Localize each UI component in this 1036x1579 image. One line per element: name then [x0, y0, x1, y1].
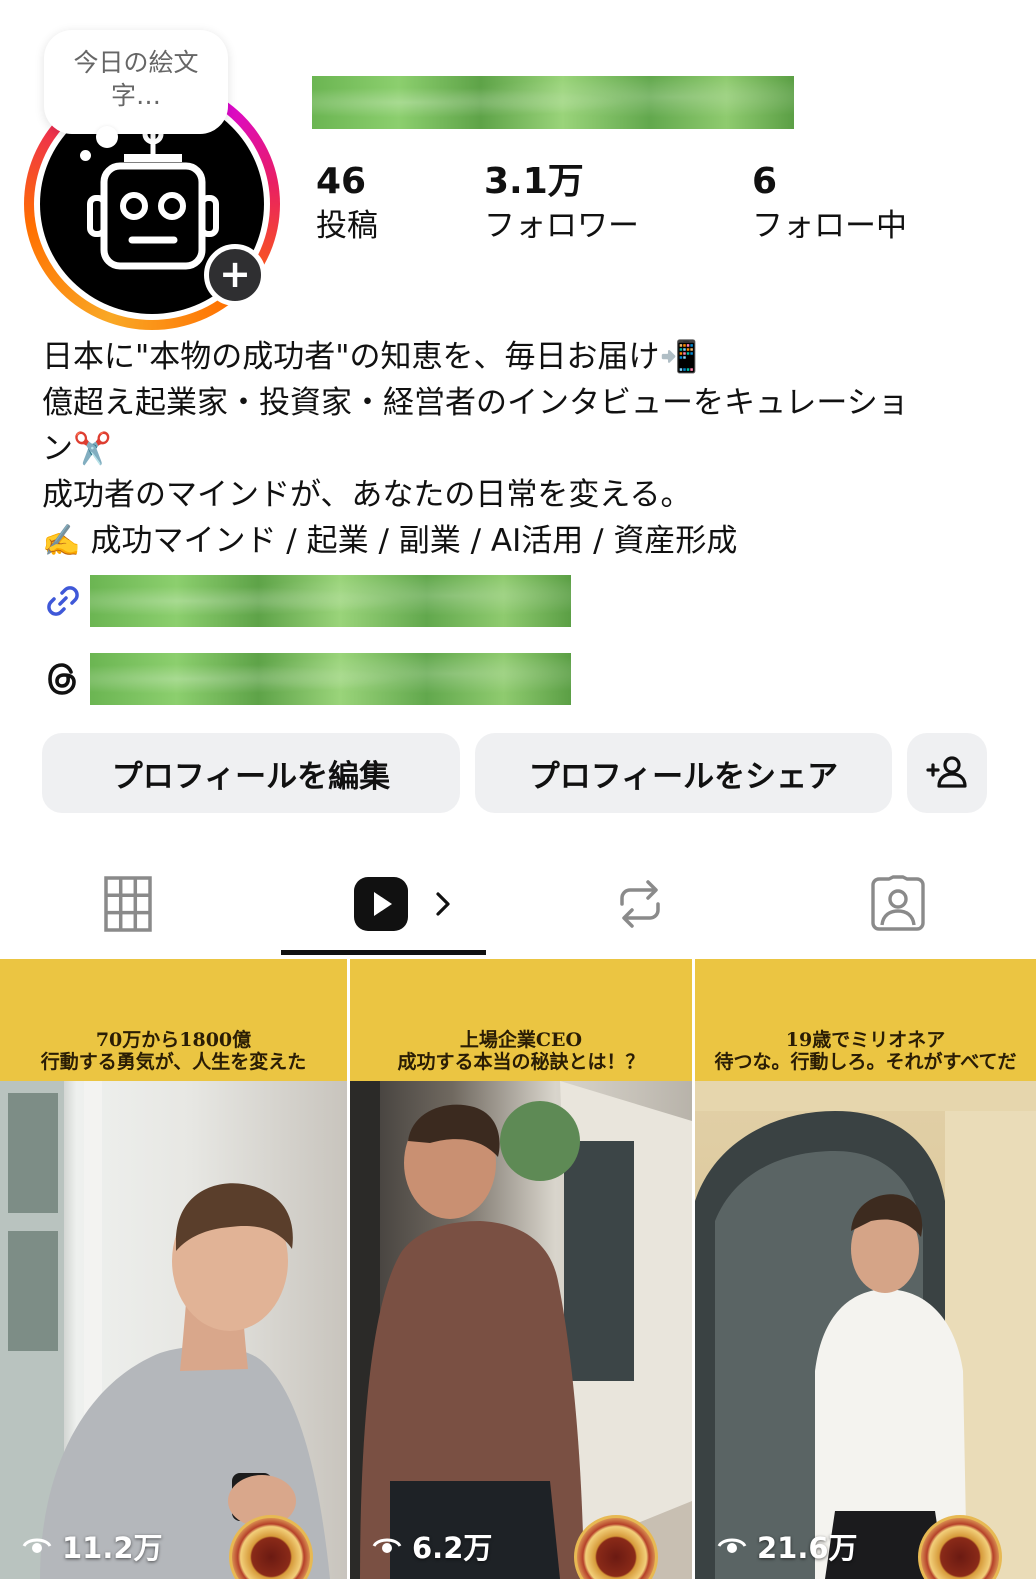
bio-line: ン✂️ [42, 431, 112, 467]
reel-title-line: 70万から1800億 [95, 1029, 252, 1051]
reel-views-count: 6.2万 [412, 1531, 493, 1565]
reel-tile[interactable]: 上場企業CEO 成功する本当の秘訣とは！？ 6.2万 [350, 959, 692, 1579]
add-person-icon [926, 756, 967, 788]
following-stat[interactable]: 6 フォロー中 [752, 160, 907, 246]
followers-stat[interactable]: 3.1万 フォロワー [484, 160, 639, 246]
link-icon [42, 580, 84, 622]
edit-profile-label: プロフィールを編集 [111, 758, 391, 795]
tab-reels[interactable] [330, 862, 480, 946]
posts-count: 46 [316, 161, 367, 202]
add-story-button[interactable]: + [204, 244, 266, 306]
grid-icon [104, 876, 152, 932]
threads-link-row[interactable] [42, 658, 84, 700]
reel-thumbnail [350, 1081, 692, 1579]
note-bubble-tail [96, 126, 118, 148]
bio: 日本に"本物の成功者"の知恵を、毎日お届け📲 億超え起業家・投資家・経営者のイン… [42, 334, 1002, 564]
active-tab-indicator [281, 950, 486, 955]
following-label: フォロー中 [752, 208, 907, 244]
reel-title-banner: 上場企業CEO 成功する本当の秘訣とは！？ [350, 959, 692, 1081]
reposts-icon [620, 880, 660, 928]
tagged-icon [871, 875, 925, 931]
website-link-redacted[interactable] [90, 575, 571, 627]
note-bubble-tail-small [80, 150, 91, 161]
username-redacted [312, 76, 794, 129]
reel-title-line: 行動する勇気が、人生を変えた [40, 1051, 307, 1073]
note-bubble[interactable]: 今日の絵文字… [44, 30, 228, 134]
threads-icon [42, 658, 84, 700]
eye-icon [717, 1538, 747, 1553]
bio-line: 日本に"本物の成功者"の知恵を、毎日お届け📲 [42, 339, 699, 375]
reel-title-line: 19歳でミリオネア [785, 1029, 946, 1051]
reel-title-line: 成功する本当の秘訣とは！？ [397, 1051, 645, 1073]
note-text: 今日の絵文字… [73, 48, 199, 110]
reel-views: 21.6万 [717, 1525, 858, 1567]
robot-icon [87, 124, 219, 270]
eye-icon [372, 1538, 402, 1553]
reel-views-count: 11.2万 [62, 1531, 163, 1565]
reel-title-line: 待つな。行動しろ。それがすべてだ [714, 1051, 1017, 1073]
reel-views: 11.2万 [22, 1525, 163, 1567]
posts-stat[interactable]: 46 投稿 [316, 160, 378, 246]
threads-link-redacted[interactable] [90, 653, 571, 705]
followers-label: フォロワー [484, 208, 639, 244]
reel-tile[interactable]: 70万から1800億 行動する勇気が、人生を変えた 11.2万 [0, 959, 347, 1579]
bio-line: ✍️ 成功マインド / 起業 / 副業 / AI活用 / 資産形成 [42, 523, 738, 559]
tab-posts-grid[interactable] [60, 862, 196, 946]
bio-line: 成功者のマインドが、あなたの日常を変える。 [42, 477, 692, 513]
reel-views-count: 21.6万 [757, 1531, 858, 1565]
tab-tagged[interactable] [848, 862, 948, 946]
bio-line: 億超え起業家・投資家・経営者のインタビューをキュレーショ [42, 385, 909, 421]
reel-tile[interactable]: 19歳でミリオネア 待つな。行動しろ。それがすべてだ 21.6万 [695, 959, 1036, 1579]
reels-icon [354, 877, 408, 931]
reel-title-line: 上場企業CEO [459, 1029, 583, 1051]
followers-count: 3.1万 [484, 161, 584, 202]
eye-icon [22, 1538, 52, 1553]
reel-thumbnail [695, 1081, 1036, 1579]
share-profile-button[interactable]: プロフィールをシェア [475, 733, 892, 813]
share-profile-label: プロフィールをシェア [528, 758, 839, 795]
reel-views: 6.2万 [372, 1525, 492, 1567]
following-count: 6 [752, 161, 778, 202]
reel-thumbnail [0, 1081, 347, 1579]
website-link-row[interactable] [42, 580, 84, 622]
reel-title-banner: 19歳でミリオネア 待つな。行動しろ。それがすべてだ [695, 959, 1036, 1081]
tab-reposts[interactable] [590, 862, 690, 946]
chevron-right-icon [436, 892, 450, 916]
discover-people-button[interactable] [907, 733, 987, 813]
posts-label: 投稿 [316, 208, 378, 244]
reel-title-banner: 70万から1800億 行動する勇気が、人生を変えた [0, 959, 347, 1081]
edit-profile-button[interactable]: プロフィールを編集 [42, 733, 460, 813]
